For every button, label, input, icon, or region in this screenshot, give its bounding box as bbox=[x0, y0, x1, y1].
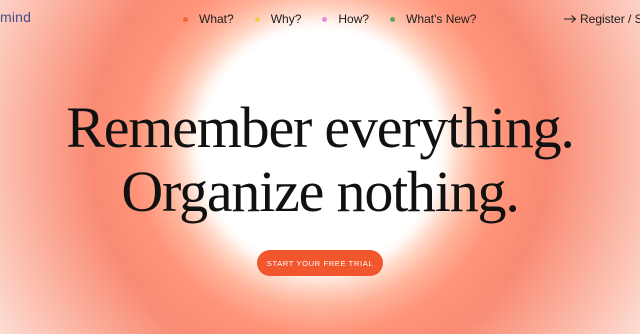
register-link[interactable]: Register / S bbox=[563, 11, 640, 27]
nav-dot-icon bbox=[322, 16, 328, 22]
main-nav: What? Why? How? What's New? bbox=[180, 11, 494, 27]
headline-line-1: Remember everything. bbox=[66, 95, 575, 160]
nav-item-label: What? bbox=[199, 12, 234, 26]
nav-item-label: How? bbox=[338, 12, 370, 26]
arrow-right-icon bbox=[564, 15, 577, 23]
nav-item-label: What's New? bbox=[406, 12, 477, 26]
logo[interactable]: mind bbox=[0, 9, 31, 25]
nav-item-whats-new[interactable]: What's New? bbox=[387, 11, 476, 27]
page: mind What? Why? How? What's New? Registe… bbox=[0, 0, 640, 334]
nav-item-label: Why? bbox=[270, 12, 302, 26]
nav-item-why[interactable]: Why? bbox=[252, 11, 302, 27]
nav-dot-icon bbox=[183, 16, 188, 22]
nav-dot-icon bbox=[254, 16, 260, 22]
hero-headline: Remember everything. Organize nothing. bbox=[0, 96, 640, 224]
nav-dot-icon bbox=[390, 16, 396, 22]
start-free-trial-button[interactable]: START YOUR FREE TRIAL bbox=[257, 250, 383, 276]
headline-line-2: Organize nothing. bbox=[121, 159, 520, 224]
nav-item-what[interactable]: What? bbox=[180, 11, 234, 27]
register-label: Register / S bbox=[580, 12, 640, 26]
nav-item-how[interactable]: How? bbox=[319, 11, 369, 27]
